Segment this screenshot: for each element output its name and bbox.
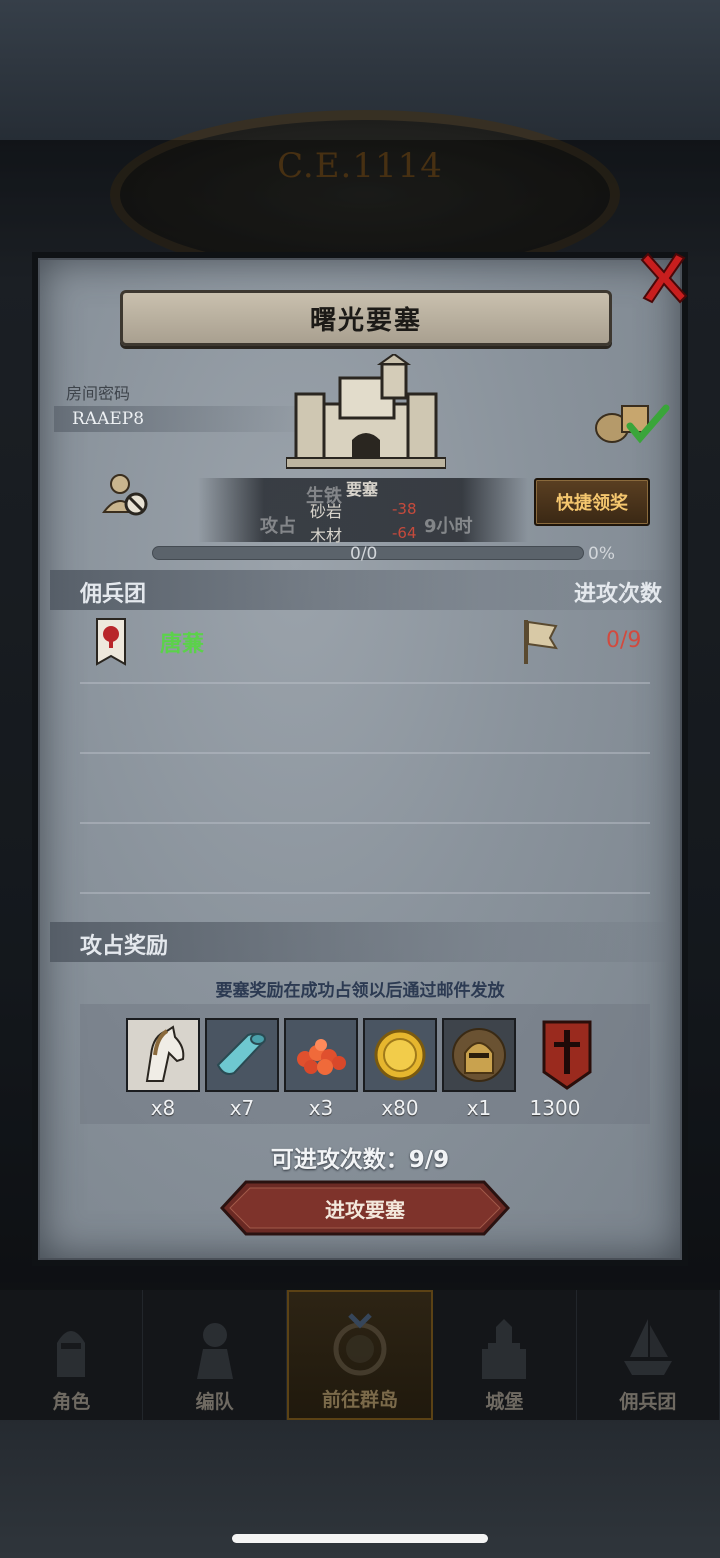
reward-item[interactable] xyxy=(205,1018,279,1092)
cloth-roll-icon xyxy=(216,1032,266,1075)
globe-compass-icon xyxy=(333,1313,387,1376)
attack-fortress-label: 进攻要塞 xyxy=(325,1198,405,1222)
reward-header-label: 攻占奖励 xyxy=(80,934,169,959)
reward-count: x7 xyxy=(229,1096,255,1120)
resource-value-wood: -64 xyxy=(392,524,417,542)
reward-item[interactable] xyxy=(126,1018,200,1092)
fortress-name: 要塞 xyxy=(346,480,379,499)
nav-item-character[interactable]: 角色 xyxy=(0,1290,144,1420)
room-password[interactable]: RAAEP8 xyxy=(54,406,314,432)
sword-banner-icon xyxy=(542,1020,592,1090)
row-divider xyxy=(80,822,650,824)
nav-item-castle[interactable]: 城堡 xyxy=(433,1290,577,1420)
list-item[interactable]: 唐蒹 0/9 xyxy=(70,606,650,684)
progress-text: 0/0 xyxy=(350,544,378,564)
reward-item[interactable] xyxy=(530,1018,604,1092)
castle-icon xyxy=(482,1319,527,1379)
reward-count: x80 xyxy=(381,1096,419,1120)
reward-count: x3 xyxy=(308,1096,334,1120)
gold-coin-icon xyxy=(374,1029,426,1081)
progress-percent: 0% xyxy=(588,544,615,564)
nav-item-formation[interactable]: 编队 xyxy=(143,1290,287,1420)
nav-label: 城堡 xyxy=(485,1391,524,1413)
dialog-title-plate: 曙光要塞 xyxy=(120,290,612,346)
nav-item-mercenary[interactable]: 佣兵团 xyxy=(577,1290,720,1420)
reward-item[interactable] xyxy=(284,1018,358,1092)
attack-count-header-label: 进攻次数 xyxy=(573,582,662,607)
reward-count: 1300 xyxy=(529,1096,581,1120)
dialog-panel: 曙光要塞 房间密码 RAAEP8 生铁 攻占 9小时 要塞 砂岩 -38 木材 … xyxy=(38,258,682,1260)
dialog-title: 曙光要塞 xyxy=(309,305,422,336)
game-screen: C.E.1114 角色 编队 前往群岛 城堡 佣兵团 曙光要塞 房间密码 RAA… xyxy=(0,0,720,1558)
nav-label: 编队 xyxy=(195,1391,234,1413)
resource-value-sandstone: -38 xyxy=(392,500,417,518)
row-divider xyxy=(80,892,650,894)
horse-icon xyxy=(145,1025,185,1082)
ship-icon xyxy=(623,1319,672,1375)
resource-name-wood: 木材 xyxy=(310,526,343,545)
quick-claim-button[interactable]: 快捷领奖 xyxy=(534,478,650,526)
guild-banner-icon xyxy=(96,618,126,666)
reward-count: x1 xyxy=(466,1096,492,1120)
fortress-dialog: 曙光要塞 房间密码 RAAEP8 生铁 攻占 9小时 要塞 砂岩 -38 木材 … xyxy=(32,252,688,1266)
reward-item[interactable] xyxy=(442,1018,516,1092)
attack-count: 0/9 xyxy=(606,628,642,653)
bottom-navigation: 角色 编队 前往群岛 城堡 佣兵团 xyxy=(0,1290,720,1420)
ghost-text: 攻占 xyxy=(260,516,296,537)
reward-note: 要塞奖励在成功占领以后通过邮件发放 xyxy=(215,981,505,1001)
reward-count: x8 xyxy=(150,1096,176,1120)
close-icon[interactable] xyxy=(636,252,690,306)
flag-icon xyxy=(524,620,558,664)
knight-helmet-icon xyxy=(452,1028,506,1082)
mercenary-header-label: 佣兵团 xyxy=(80,582,147,607)
available-attacks: 可进攻次数：9/9 xyxy=(270,1147,450,1173)
row-divider xyxy=(80,752,650,754)
user-disabled-icon[interactable] xyxy=(102,472,150,518)
mercenary-name: 唐蒹 xyxy=(160,632,205,657)
reward-section-header: 攻占奖励 xyxy=(50,922,670,962)
nav-label: 前往群岛 xyxy=(322,1389,399,1411)
quick-claim-label: 快捷领奖 xyxy=(556,493,628,514)
home-indicator[interactable] xyxy=(232,1534,488,1543)
resource-claimed-icon[interactable] xyxy=(592,398,670,446)
room-password-label: 房间密码 xyxy=(66,384,131,403)
knight-helmet-icon xyxy=(57,1331,86,1377)
nav-item-islands[interactable]: 前往群岛 xyxy=(286,1290,434,1420)
row-divider xyxy=(80,682,650,684)
nav-label: 佣兵团 xyxy=(619,1391,677,1413)
reward-item[interactable] xyxy=(363,1018,437,1092)
ghost-text: 9小时 xyxy=(424,516,473,537)
attack-fortress-button[interactable]: 进攻要塞 xyxy=(220,1180,510,1236)
resource-name-sandstone: 砂岩 xyxy=(310,502,343,521)
red-gems-icon xyxy=(297,1039,346,1075)
armored-knight-icon xyxy=(196,1323,233,1379)
mercenary-section-header: 佣兵团 进攻次数 xyxy=(50,570,670,610)
fortress-icon xyxy=(286,354,446,469)
nav-label: 角色 xyxy=(52,1391,91,1413)
